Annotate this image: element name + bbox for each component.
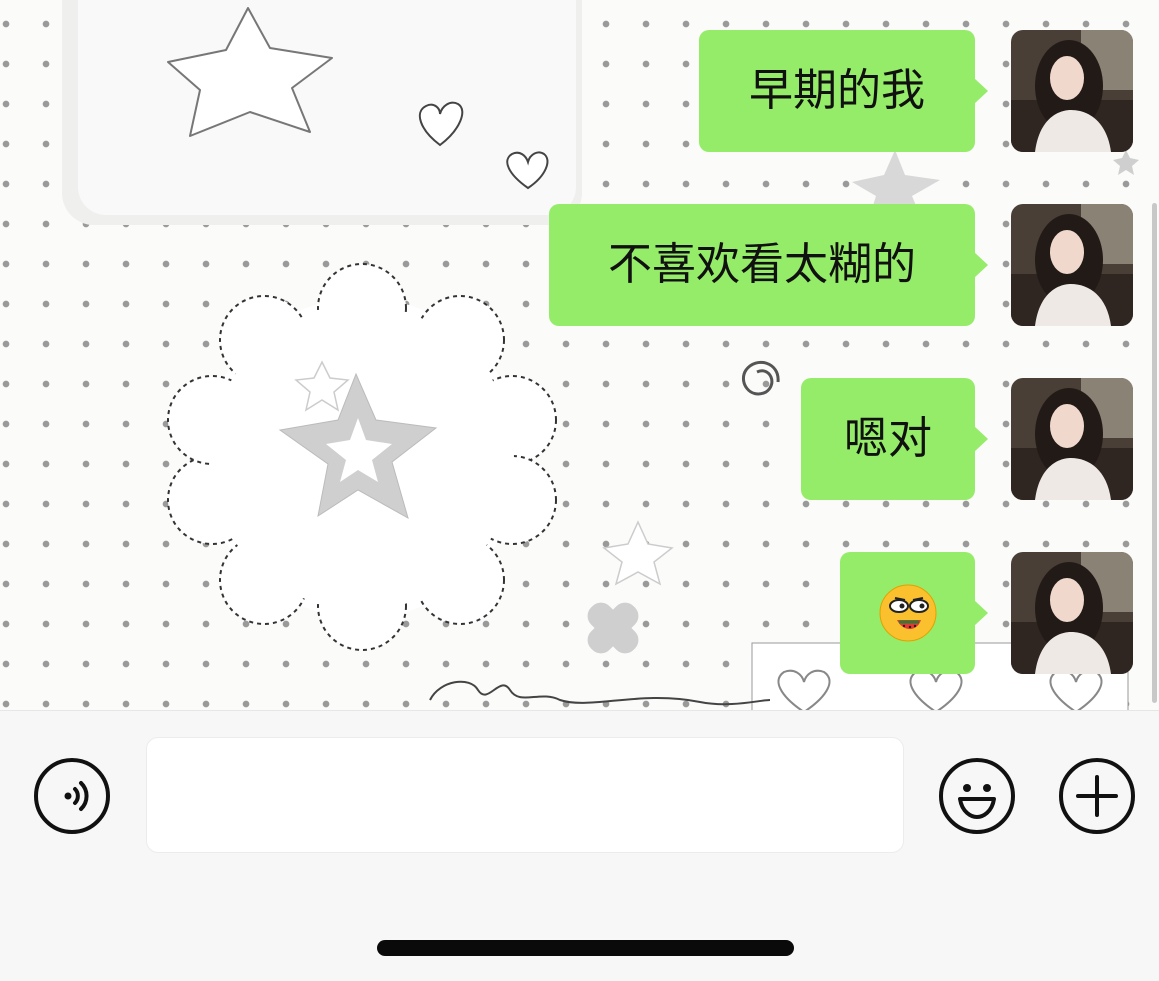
star-icon [602,520,674,586]
avatar-image [1011,30,1133,152]
avatar-image [1011,378,1133,500]
message-bubble[interactable]: 嗯对 [801,378,988,500]
message-text: 早期的我 [749,65,925,116]
message-text: 嗯对 [844,413,932,464]
message-bubble[interactable]: 不喜欢看太糊的 [549,204,988,326]
message-input[interactable] [146,737,904,853]
home-indicator[interactable] [377,940,794,956]
avatar-image [1011,204,1133,326]
emoji-icon [958,784,996,819]
message-bubble[interactable]: 早期的我 [699,30,988,152]
avatar-image [1011,552,1133,674]
message-bubble[interactable]: 🥵 [840,552,988,674]
avatar[interactable] [1011,30,1133,152]
card-inner [78,0,576,215]
scrollbar[interactable] [1152,203,1157,703]
emoji-sticker-icon [879,584,936,642]
voice-button[interactable] [34,758,110,834]
avatar[interactable] [1011,204,1133,326]
voice-icon [64,781,89,811]
input-bar [0,710,1159,981]
plus-icon [1076,775,1118,817]
message-text: 不喜欢看太糊的 [608,239,916,290]
emoji-button[interactable] [939,758,1015,834]
star-icon [1113,150,1139,175]
avatar[interactable] [1011,378,1133,500]
avatar[interactable] [1011,552,1133,674]
swirl-icon [742,360,780,396]
cross-icon [587,602,639,654]
add-button[interactable] [1059,758,1135,834]
chat-area[interactable]: 早期的我 不喜欢看太糊的 嗯对 [0,0,1159,710]
